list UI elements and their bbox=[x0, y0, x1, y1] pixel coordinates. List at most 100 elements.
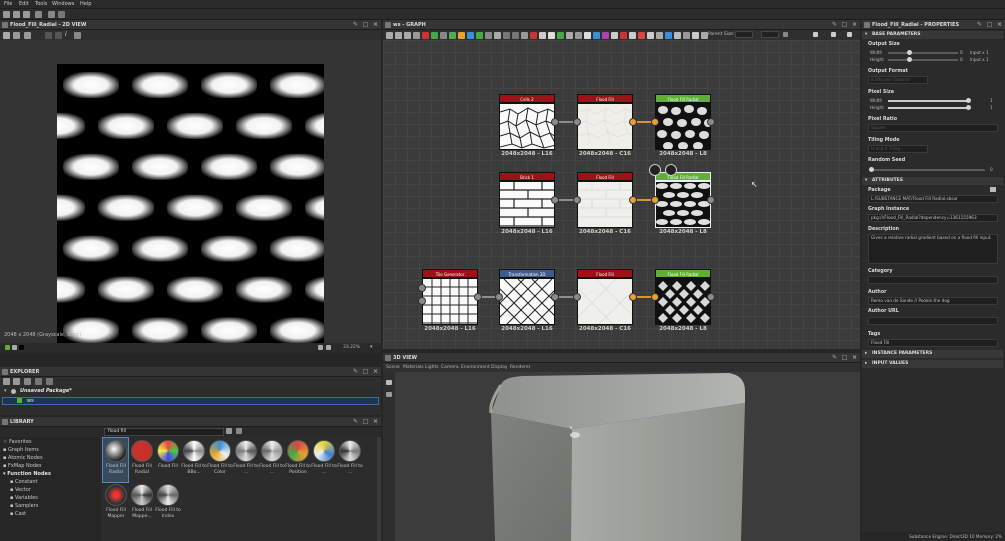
zoom-dropdown-icon[interactable]: ▾ bbox=[370, 344, 373, 350]
float-icon[interactable]: □ bbox=[362, 418, 369, 425]
library-item[interactable]: Flood Fill bbox=[155, 440, 181, 470]
pixel-height-slider[interactable] bbox=[888, 107, 968, 109]
tree-graph-items[interactable]: ▪ Graph Items bbox=[3, 447, 39, 453]
height-slider[interactable] bbox=[888, 59, 958, 61]
color-swatch-grey[interactable] bbox=[12, 345, 17, 350]
graph-tool-icon[interactable] bbox=[665, 32, 672, 39]
menu-lights[interactable]: Lights bbox=[425, 365, 439, 370]
library-item[interactable]: Flood Fill to ... bbox=[259, 440, 285, 476]
pin-icon[interactable]: ✎ bbox=[352, 418, 359, 425]
menu-windows[interactable]: Windows bbox=[52, 1, 74, 7]
graph-tool-icon[interactable] bbox=[575, 32, 582, 39]
description-field[interactable]: Gives a relative radial gradient based o… bbox=[868, 234, 998, 264]
settings-icon[interactable] bbox=[74, 32, 81, 39]
tree-constant[interactable]: ▪ Constant bbox=[10, 479, 37, 485]
graph-tool-icon[interactable] bbox=[458, 32, 465, 39]
menu-file[interactable]: File bbox=[4, 1, 12, 7]
collapse-arrow-icon[interactable]: ▾ bbox=[4, 388, 7, 394]
package-row[interactable]: ▾ Unsaved Package* bbox=[2, 388, 379, 396]
tree-vector[interactable]: ▪ Vector bbox=[10, 487, 31, 493]
library-item[interactable]: Flood Fill to ... bbox=[233, 440, 259, 476]
input-port[interactable] bbox=[418, 284, 426, 292]
library-item[interactable]: Flood Fill to ... bbox=[337, 440, 363, 476]
close-icon[interactable]: × bbox=[851, 354, 858, 361]
node-tile-generator[interactable]: Tile Generator 2048x2048 - L16 bbox=[418, 269, 482, 333]
graph-tool-icon[interactable] bbox=[683, 32, 690, 39]
parent-size-y-field[interactable] bbox=[761, 31, 779, 38]
library-item[interactable]: Flood Fill Radial bbox=[129, 440, 155, 476]
height-input-relation[interactable]: Input x 1 bbox=[970, 57, 989, 62]
graph-tool-icon[interactable] bbox=[521, 32, 528, 39]
graph-tool-icon[interactable] bbox=[386, 32, 393, 39]
library-item[interactable]: Flood Fill to Position bbox=[285, 440, 311, 476]
float-icon[interactable]: □ bbox=[362, 21, 369, 28]
graph-tool-icon[interactable] bbox=[476, 32, 483, 39]
output-port[interactable] bbox=[707, 118, 715, 126]
node-brick[interactable]: Brick 1 2048x2048 - L16 bbox=[499, 172, 559, 236]
random-seed-slider[interactable] bbox=[870, 169, 985, 171]
width-input-relation[interactable]: Input x 1 bbox=[970, 50, 989, 55]
graph-tool-icon[interactable] bbox=[647, 32, 654, 39]
library-item[interactable]: Flood Fill Mappe... bbox=[129, 484, 155, 520]
node-flood-fill-radial[interactable]: Flood Fill Radial 2048x2048 - L8 bbox=[651, 94, 715, 158]
height-value[interactable]: 0 bbox=[960, 57, 963, 62]
zoom-100-icon[interactable] bbox=[326, 345, 331, 350]
graph-tool-icon[interactable] bbox=[638, 32, 645, 39]
tree-samplers[interactable]: ▪ Samplers bbox=[10, 503, 38, 509]
output-port[interactable] bbox=[551, 293, 559, 301]
height-slider-knob[interactable] bbox=[907, 57, 912, 62]
node-flood-fill-radial-selected[interactable]: Flood Fill Radial 2048x2048 - L8 bbox=[649, 164, 715, 236]
node-cells[interactable]: Cells 2 2048x2048 - L16 bbox=[499, 94, 559, 158]
width-value[interactable]: 0 bbox=[960, 50, 963, 55]
menu-display[interactable]: Display bbox=[491, 365, 508, 370]
graph-tool-icon[interactable] bbox=[512, 32, 519, 39]
open-package-icon[interactable] bbox=[13, 378, 20, 385]
node-flood-fill[interactable]: Flood Fill 2048x2048 - C16 bbox=[573, 94, 637, 158]
node-open-icon[interactable] bbox=[665, 164, 677, 176]
tags-field[interactable]: Flood Fill bbox=[868, 339, 998, 347]
instance-parameters-header[interactable]: ▸ INSTANCE PARAMETERS bbox=[862, 350, 1003, 358]
category-field[interactable] bbox=[868, 276, 998, 284]
graph-tool-icon[interactable] bbox=[530, 32, 537, 39]
output-format-select[interactable]: 8 Bits per Channel bbox=[868, 76, 928, 84]
random-seed-value[interactable]: 0 bbox=[990, 167, 993, 172]
library-scrollbar[interactable] bbox=[377, 437, 381, 541]
input-port[interactable] bbox=[418, 297, 426, 305]
tree-atomic-nodes[interactable]: ▪ Atomic Nodes bbox=[3, 455, 43, 461]
undo-icon[interactable] bbox=[48, 11, 55, 18]
zoom-level[interactable]: 33.22% bbox=[343, 345, 360, 350]
package-field[interactable]: L:/SUBSTANCE MAT/Flood Fill Radial.sbsar bbox=[868, 195, 998, 203]
tree-cast[interactable]: ▪ Cast bbox=[10, 511, 26, 517]
pin-icon[interactable]: ✎ bbox=[352, 368, 359, 375]
graph-tool-icon[interactable] bbox=[431, 32, 438, 39]
node-flood-fill[interactable]: Flood Fill 2048x2048 - C16 bbox=[573, 172, 637, 236]
graph-item-row[interactable]: ws bbox=[2, 397, 379, 405]
new-package-icon[interactable] bbox=[3, 378, 10, 385]
input-port[interactable] bbox=[651, 118, 659, 126]
graph-tool-icon[interactable] bbox=[467, 32, 474, 39]
menu-renderer[interactable]: Renderer bbox=[510, 365, 531, 370]
float-icon[interactable]: □ bbox=[362, 368, 369, 375]
graph-tool-icon[interactable] bbox=[548, 32, 555, 39]
graph-tool-icon[interactable] bbox=[485, 32, 492, 39]
tile-icon[interactable] bbox=[24, 32, 31, 39]
node-transformation-2d[interactable]: Transformation 2D 2048x2048 - L16 bbox=[495, 269, 559, 333]
node-doc-icon[interactable] bbox=[649, 164, 661, 176]
float-icon[interactable]: □ bbox=[986, 21, 993, 28]
save-icon[interactable] bbox=[23, 11, 30, 18]
width-slider-knob[interactable] bbox=[907, 50, 912, 55]
graph-tool-icon[interactable] bbox=[656, 32, 663, 39]
tree-favorites[interactable]: ☆ Favorites bbox=[3, 439, 32, 445]
menu-edit[interactable]: Edit bbox=[19, 1, 29, 7]
channel-icon[interactable] bbox=[45, 32, 52, 39]
pixel-ratio-select[interactable]: Square bbox=[868, 124, 998, 132]
new-icon[interactable] bbox=[3, 11, 10, 18]
output-port[interactable] bbox=[551, 118, 559, 126]
fit-icon[interactable] bbox=[3, 32, 10, 39]
output-port[interactable] bbox=[629, 293, 637, 301]
graph-tool-icon[interactable] bbox=[404, 32, 411, 39]
zoom-fit-icon[interactable] bbox=[318, 345, 323, 350]
light-icon[interactable] bbox=[386, 392, 392, 397]
width-slider[interactable] bbox=[888, 52, 958, 54]
graph-tool-icon[interactable] bbox=[611, 32, 618, 39]
